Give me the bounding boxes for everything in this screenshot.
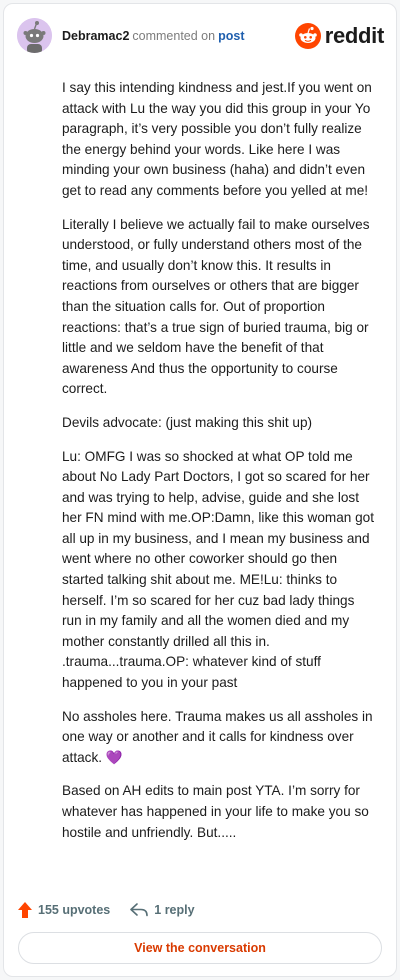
- action-text: commented on: [132, 29, 216, 43]
- post-link[interactable]: post: [218, 29, 244, 43]
- comment-paragraph: Devils advocate: (just making this shit …: [62, 414, 313, 430]
- comment-paragraph: I say this intending kindness and jest.I…: [62, 80, 372, 198]
- reply-count: 1 reply: [154, 903, 195, 917]
- snoo-avatar-icon: [17, 18, 52, 53]
- comment-body: I say this intending kindness and jest.I…: [62, 78, 376, 856]
- reply-arrow-icon: [130, 903, 149, 917]
- comment-meta: Debramac2 commented on post: [62, 29, 244, 43]
- username-link[interactable]: Debramac2: [62, 29, 129, 43]
- comment-card: Debramac2 commented on post reddit I say t…: [3, 3, 397, 977]
- comment-header: Debramac2 commented on post reddit: [17, 18, 384, 54]
- reddit-brand[interactable]: reddit: [294, 22, 385, 50]
- comment-paragraph: Lu: OMFG I was so shocked at what OP tol…: [62, 448, 375, 691]
- comment-paragraph: Based on AH edits to main post YTA. I’m …: [62, 783, 369, 840]
- reddit-logo-icon: [294, 23, 321, 49]
- upvote-button[interactable]: 155 upvotes: [18, 902, 110, 918]
- brand-wordmark: reddit: [324, 23, 385, 48]
- avatar[interactable]: [17, 18, 52, 53]
- comment-paragraph: No assholes here. Trauma makes us all as…: [62, 708, 373, 765]
- upvote-count: 155 upvotes: [38, 903, 111, 917]
- view-conversation-button[interactable]: View the conversation: [18, 932, 382, 964]
- upvote-arrow-icon: [18, 902, 32, 918]
- comment-actions: 155 upvotes 1 reply: [18, 899, 195, 921]
- reply-button[interactable]: 1 reply: [130, 903, 195, 917]
- comment-paragraph: Literally I believe we actually fail to …: [62, 216, 370, 397]
